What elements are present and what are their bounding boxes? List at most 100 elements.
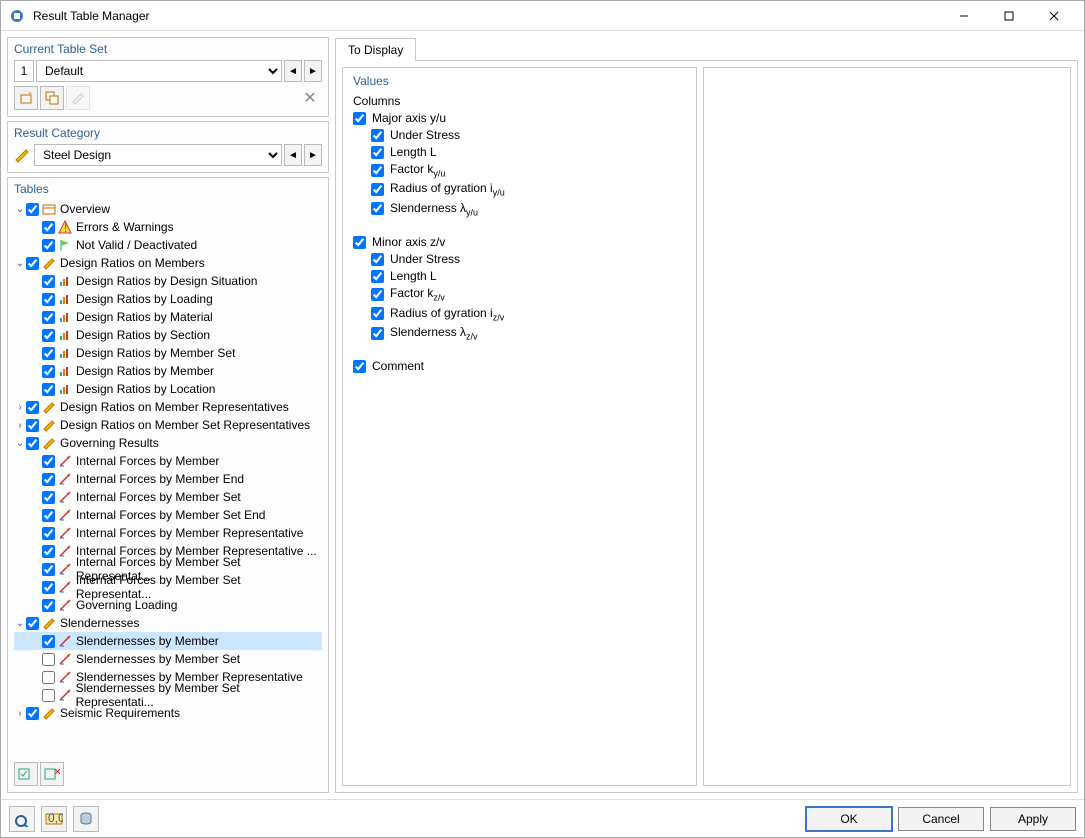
tree-row[interactable]: ·Design Ratios by Loading xyxy=(14,290,322,308)
column-checkbox[interactable] xyxy=(371,129,384,142)
tree-row[interactable]: ·!Errors & Warnings xyxy=(14,218,322,236)
tree-checkbox[interactable] xyxy=(42,473,55,486)
column-check[interactable]: Slenderness λz/v xyxy=(371,325,686,341)
tree-row[interactable]: ·Internal Forces by Member End xyxy=(14,470,322,488)
tree-checkbox[interactable] xyxy=(42,455,55,468)
table-set-prev-button[interactable]: ◄ xyxy=(284,60,302,82)
tree-checkbox[interactable] xyxy=(26,437,39,450)
column-checkbox[interactable] xyxy=(371,327,384,340)
tree-row[interactable]: ·Internal Forces by Member Set End xyxy=(14,506,322,524)
tree-row[interactable]: ·Internal Forces by Member Representativ… xyxy=(14,524,322,542)
tab-to-display[interactable]: To Display xyxy=(335,38,416,61)
tree-row[interactable]: ·Design Ratios by Location xyxy=(14,380,322,398)
column-check[interactable]: Under Stress xyxy=(371,252,686,266)
apply-button[interactable]: Apply xyxy=(990,807,1076,831)
tree-checkbox[interactable] xyxy=(42,329,55,342)
tree-row[interactable]: ⌄Overview xyxy=(14,200,322,218)
column-check[interactable]: Under Stress xyxy=(371,128,686,142)
column-check[interactable]: Radius of gyration iz/v xyxy=(371,306,686,322)
tree-checkbox[interactable] xyxy=(42,383,55,396)
tree-checkbox[interactable] xyxy=(42,365,55,378)
column-check[interactable]: Length L xyxy=(371,145,686,159)
tree-checkbox[interactable] xyxy=(42,275,55,288)
column-check[interactable]: Length L xyxy=(371,269,686,283)
column-check[interactable]: Factor kz/v xyxy=(371,286,686,302)
tree-row[interactable]: ·Slendernesses by Member Set Representat… xyxy=(14,686,322,704)
tree-row[interactable]: ·Internal Forces by Member Set Represent… xyxy=(14,578,322,596)
check-all-button[interactable] xyxy=(14,762,38,786)
expand-icon[interactable]: › xyxy=(14,420,26,431)
tree-checkbox[interactable] xyxy=(42,491,55,504)
tree-checkbox[interactable] xyxy=(42,509,55,522)
column-checkbox[interactable] xyxy=(371,307,384,320)
tree-checkbox[interactable] xyxy=(42,239,55,252)
comment-check[interactable]: Comment xyxy=(353,359,686,373)
tree-checkbox[interactable] xyxy=(42,527,55,540)
tree-row[interactable]: ·Design Ratios by Material xyxy=(14,308,322,326)
maximize-button[interactable] xyxy=(986,1,1031,30)
tree-row[interactable]: ·Not Valid / Deactivated xyxy=(14,236,322,254)
tree-checkbox[interactable] xyxy=(42,311,55,324)
column-check[interactable]: Radius of gyration iy/u xyxy=(371,181,686,197)
tree-row[interactable]: ⌄Slendernesses xyxy=(14,614,322,632)
ok-button[interactable]: OK xyxy=(806,807,892,831)
tree-checkbox[interactable] xyxy=(42,671,55,684)
tree-checkbox[interactable] xyxy=(42,635,55,648)
collapse-icon[interactable]: ⌄ xyxy=(14,438,26,449)
minor-axis-check[interactable]: Minor axis z/v xyxy=(353,235,686,249)
comment-checkbox[interactable] xyxy=(353,360,366,373)
uncheck-all-button[interactable] xyxy=(40,762,64,786)
table-set-next-button[interactable]: ► xyxy=(304,60,322,82)
minor-axis-checkbox[interactable] xyxy=(353,236,366,249)
column-checkbox[interactable] xyxy=(371,202,384,215)
minimize-button[interactable] xyxy=(941,1,986,30)
delete-table-set-button[interactable]: ✕ xyxy=(298,86,322,110)
tree-checkbox[interactable] xyxy=(42,347,55,360)
column-checkbox[interactable] xyxy=(371,288,384,301)
column-checkbox[interactable] xyxy=(371,164,384,177)
tree-checkbox[interactable] xyxy=(26,617,39,630)
category-prev-button[interactable]: ◄ xyxy=(284,144,302,166)
tree-checkbox[interactable] xyxy=(42,221,55,234)
result-category-select[interactable]: Steel Design xyxy=(34,144,282,166)
cancel-button[interactable]: Cancel xyxy=(898,807,984,831)
collapse-icon[interactable]: ⌄ xyxy=(14,258,26,269)
tree-row[interactable]: ·Internal Forces by Member xyxy=(14,452,322,470)
help-button[interactable] xyxy=(9,806,35,832)
tables-tree[interactable]: ⌄Overview·!Errors & Warnings·Not Valid /… xyxy=(14,200,322,722)
database-button[interactable] xyxy=(73,806,99,832)
expand-icon[interactable]: › xyxy=(14,708,26,719)
tree-row[interactable]: ·Slendernesses by Member xyxy=(14,632,322,650)
column-checkbox[interactable] xyxy=(371,253,384,266)
tree-checkbox[interactable] xyxy=(26,707,39,720)
column-check[interactable]: Slenderness λy/u xyxy=(371,201,686,217)
tree-checkbox[interactable] xyxy=(42,653,55,666)
tree-checkbox[interactable] xyxy=(42,545,55,558)
column-check[interactable]: Factor ky/u xyxy=(371,162,686,178)
tree-row[interactable]: ·Internal Forces by Member Set xyxy=(14,488,322,506)
category-next-button[interactable]: ► xyxy=(304,144,322,166)
tree-checkbox[interactable] xyxy=(42,581,55,594)
tree-row[interactable]: ⌄Design Ratios on Members xyxy=(14,254,322,272)
collapse-icon[interactable]: ⌄ xyxy=(14,618,26,629)
tree-checkbox[interactable] xyxy=(26,419,39,432)
tree-checkbox[interactable] xyxy=(26,203,39,216)
major-axis-checkbox[interactable] xyxy=(353,112,366,125)
column-checkbox[interactable] xyxy=(371,146,384,159)
tree-row[interactable]: ⌄Governing Results xyxy=(14,434,322,452)
tree-row[interactable]: ·Design Ratios by Section xyxy=(14,326,322,344)
rename-table-set-button[interactable] xyxy=(66,86,90,110)
units-button[interactable]: 0,00 xyxy=(41,806,67,832)
tree-row[interactable]: ›Design Ratios on Member Representatives xyxy=(14,398,322,416)
tree-row[interactable]: ·Design Ratios by Design Situation xyxy=(14,272,322,290)
tree-row[interactable]: ·Design Ratios by Member Set xyxy=(14,344,322,362)
tree-checkbox[interactable] xyxy=(42,293,55,306)
close-button[interactable] xyxy=(1031,1,1076,30)
tree-checkbox[interactable] xyxy=(42,599,55,612)
tree-row[interactable]: ·Slendernesses by Member Set xyxy=(14,650,322,668)
major-axis-check[interactable]: Major axis y/u xyxy=(353,111,686,125)
tree-checkbox[interactable] xyxy=(26,257,39,270)
tree-checkbox[interactable] xyxy=(26,401,39,414)
tree-checkbox[interactable] xyxy=(42,563,55,576)
copy-table-set-button[interactable] xyxy=(40,86,64,110)
